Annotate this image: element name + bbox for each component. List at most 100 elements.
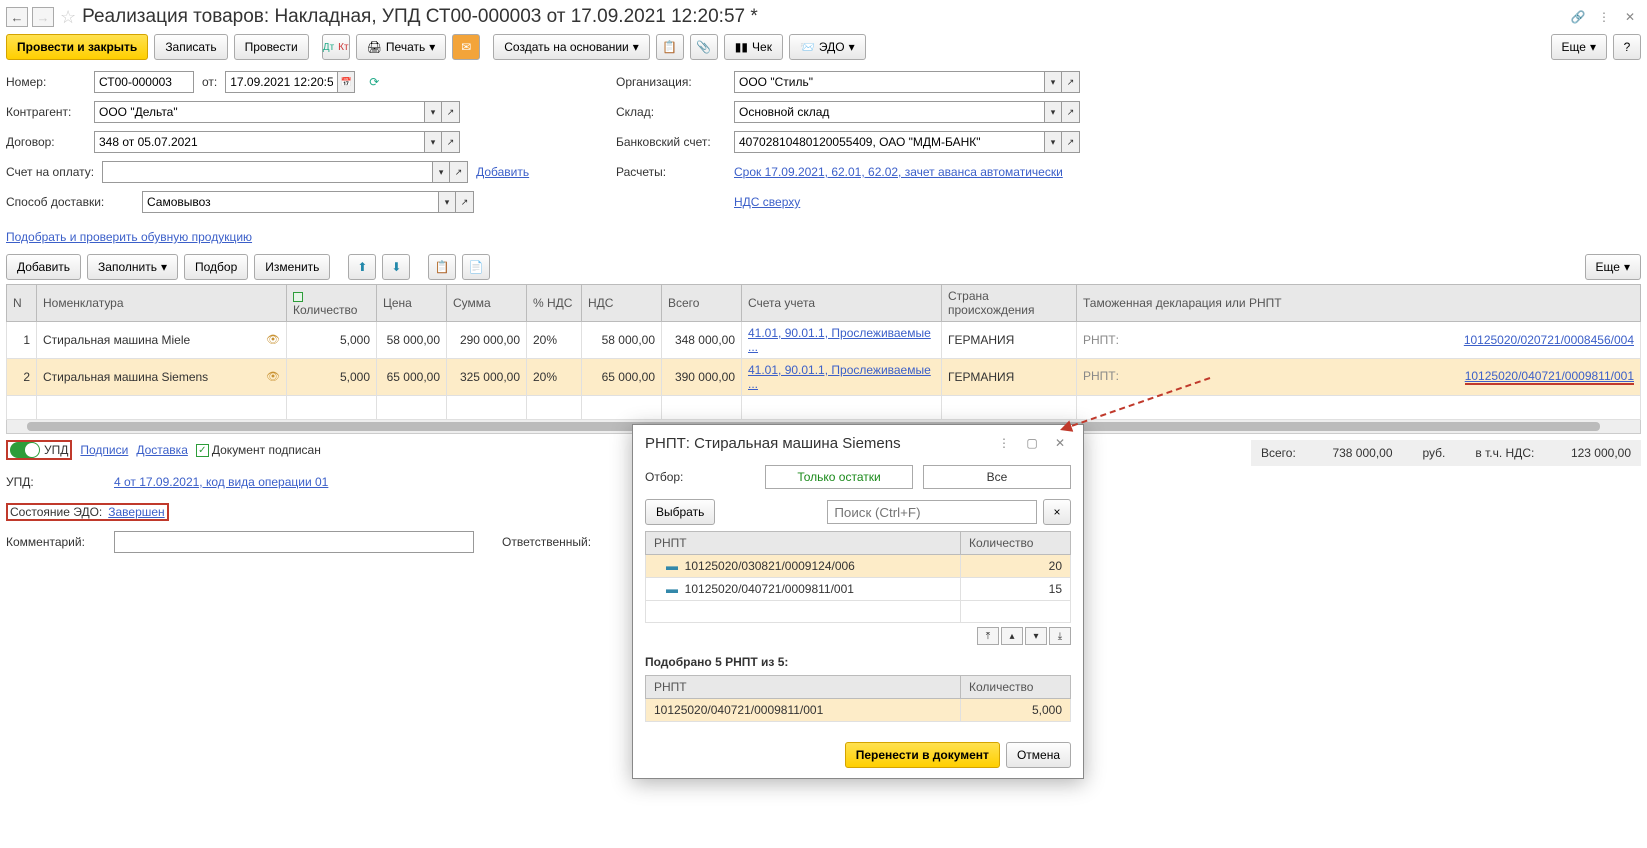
choose-button[interactable]: Выбрать — [645, 499, 715, 525]
down-button[interactable]: ⬇ — [382, 254, 410, 280]
delivery-link[interactable]: Доставка — [136, 443, 188, 457]
edo-icon: 📨 — [800, 40, 815, 54]
dropdown-icon[interactable]: ▾ — [424, 101, 442, 123]
popup-menu-icon[interactable]: ⋮ — [993, 433, 1015, 453]
col-qty[interactable]: Количество — [287, 285, 377, 322]
eye-icon[interactable]: 👁 — [266, 333, 280, 346]
warehouse-input[interactable] — [734, 101, 1044, 123]
eye-icon[interactable]: 👁 — [266, 370, 280, 383]
upd-label: УПД — [44, 443, 68, 457]
open-icon[interactable]: ↗ — [442, 101, 460, 123]
col-total[interactable]: Всего — [662, 285, 742, 322]
post-close-button[interactable]: Провести и закрыть — [6, 34, 148, 60]
calc-link[interactable]: Срок 17.09.2021, 62.01, 62.02, зачет ава… — [734, 165, 1063, 179]
from-label: от: — [202, 75, 217, 89]
popup-max-icon[interactable]: ▢ — [1021, 433, 1043, 453]
up-button[interactable]: ⬆ — [348, 254, 376, 280]
green-marker-icon — [293, 292, 303, 302]
nav-up[interactable]: ▴ — [1001, 627, 1023, 645]
col-rnpt[interactable]: РНПТ — [646, 532, 961, 555]
print-button[interactable]: 🖨Печать ▾ — [356, 34, 447, 60]
comment-input[interactable] — [114, 531, 474, 553]
rnpt-link[interactable]: 10125020/020721/0008456/004 — [1464, 333, 1634, 347]
paste-button[interactable]: 📄 — [462, 254, 490, 280]
title-bar: ← → ☆ Реализация товаров: Накладная, УПД… — [6, 6, 1641, 28]
more-button[interactable]: Еще ▾ — [1551, 34, 1607, 60]
dtkt-button[interactable]: ДтКт — [322, 34, 350, 60]
popup-close-icon[interactable]: ✕ — [1049, 433, 1071, 453]
copy-button[interactable]: 📋 — [428, 254, 456, 280]
close-icon[interactable]: ✕ — [1619, 7, 1641, 27]
col-pvat[interactable]: % НДС — [527, 285, 582, 322]
barcode-icon: ▮▮ — [735, 40, 748, 54]
col-nomen[interactable]: Номенклатура — [37, 285, 287, 322]
tab-only-remains[interactable]: Только остатки — [765, 465, 913, 489]
menu-icon[interactable]: ⋮ — [1593, 7, 1615, 27]
col-country[interactable]: Страна происхождения — [942, 285, 1077, 322]
invoice-input[interactable] — [102, 161, 432, 183]
col-customs[interactable]: Таможенная декларация или РНПТ — [1077, 285, 1641, 322]
mail-button[interactable]: ✉ — [452, 34, 480, 60]
nav-top[interactable]: ⤒ — [977, 627, 999, 645]
signs-link[interactable]: Подписи — [80, 443, 128, 457]
col-n[interactable]: N — [7, 285, 37, 322]
shoes-link[interactable]: Подобрать и проверить обувную продукцию — [6, 230, 252, 244]
transfer-button[interactable]: Перенести в документ — [845, 742, 1000, 768]
vat-link[interactable]: НДС сверху — [734, 195, 800, 209]
nav-bottom[interactable]: ⤓ — [1049, 627, 1071, 645]
related-button[interactable]: 📋 — [656, 34, 684, 60]
number-label: Номер: — [6, 75, 86, 89]
clear-search-button[interactable]: × — [1043, 499, 1071, 525]
table-row-selected[interactable]: 2 Стиральная машина Siemens 👁 5,000 65 0… — [7, 359, 1641, 396]
post-button[interactable]: Провести — [234, 34, 309, 60]
grid-more-button[interactable]: Еще ▾ — [1585, 254, 1641, 280]
total-value: 738 000,00 — [1332, 446, 1392, 460]
acc-link[interactable]: 41.01, 90.01.1, Прослеживаемые ... — [748, 326, 931, 354]
tab-all[interactable]: Все — [923, 465, 1071, 489]
upd-toggle[interactable] — [10, 442, 40, 458]
search-input[interactable] — [827, 500, 1037, 524]
select-button[interactable]: Подбор — [184, 254, 248, 280]
cancel-button[interactable]: Отмена — [1006, 742, 1071, 768]
upd-link[interactable]: 4 от 17.09.2021, код вида операции 01 — [114, 475, 328, 489]
rnpt-link[interactable]: 10125020/040721/0009811/001 — [1465, 369, 1634, 385]
forward-button[interactable]: → — [32, 7, 54, 27]
edo-button[interactable]: 📨ЭДО ▾ — [789, 34, 866, 60]
org-input[interactable] — [734, 71, 1044, 93]
help-button[interactable]: ? — [1613, 34, 1641, 60]
add-invoice-link[interactable]: Добавить — [476, 165, 529, 179]
change-button[interactable]: Изменить — [254, 254, 330, 280]
table-row[interactable]: 1 Стиральная машина Miele 👁 5,000 58 000… — [7, 322, 1641, 359]
receipt-button[interactable]: ▮▮Чек — [724, 34, 783, 60]
list-item[interactable]: ▬ 10125020/040721/0009811/00115 — [646, 578, 1071, 601]
nav-down[interactable]: ▾ — [1025, 627, 1047, 645]
list-item[interactable]: 10125020/040721/0009811/0015,000 — [646, 699, 1071, 722]
edo-state-link[interactable]: Завершен — [108, 505, 164, 519]
fill-button[interactable]: Заполнить ▾ — [87, 254, 178, 280]
number-input[interactable] — [94, 71, 194, 93]
col-acc[interactable]: Счета учета — [742, 285, 942, 322]
delivery-input[interactable] — [142, 191, 438, 213]
acc-link[interactable]: 41.01, 90.01.1, Прослеживаемые ... — [748, 363, 931, 391]
doc-signed-check[interactable]: ✓Документ подписан — [196, 443, 321, 457]
calendar-icon[interactable]: 📅 — [337, 71, 355, 93]
date-input[interactable] — [225, 71, 337, 93]
refresh-icon[interactable]: ⟳ — [363, 72, 385, 92]
list-item[interactable]: ▬ 10125020/030821/0009124/00620 — [646, 555, 1071, 578]
col-price[interactable]: Цена — [377, 285, 447, 322]
partner-input[interactable] — [94, 101, 424, 123]
contract-input[interactable] — [94, 131, 424, 153]
create-based-button[interactable]: Создать на основании ▾ — [493, 34, 650, 60]
back-button[interactable]: ← — [6, 7, 28, 27]
save-button[interactable]: Записать — [154, 34, 227, 60]
bank-input[interactable] — [734, 131, 1044, 153]
attach-button[interactable]: 📎 — [690, 34, 718, 60]
link-icon[interactable]: 🔗 — [1567, 7, 1589, 27]
vat-value: 123 000,00 — [1571, 446, 1631, 460]
col-vat[interactable]: НДС — [582, 285, 662, 322]
add-row-button[interactable]: Добавить — [6, 254, 81, 280]
col-sum[interactable]: Сумма — [447, 285, 527, 322]
favorite-icon[interactable]: ☆ — [60, 7, 76, 28]
col-qty[interactable]: Количество — [961, 532, 1071, 555]
totals-bar: Всего: 738 000,00 руб. в т.ч. НДС: 123 0… — [1251, 440, 1641, 466]
